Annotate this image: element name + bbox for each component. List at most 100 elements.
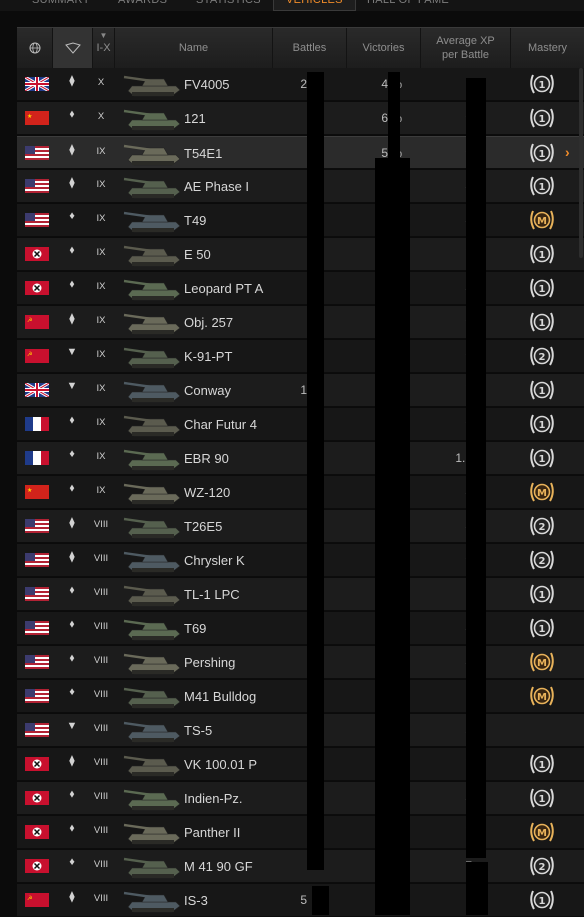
tab-statistics[interactable]: STATISTICS: [196, 0, 261, 10]
vehicle-name: 121: [184, 111, 206, 126]
vehicle-type-icon: ⧫: [69, 755, 75, 767]
vehicle-row[interactable]: ★⬧X1216 %91: [17, 102, 584, 135]
tab-vehicles[interactable]: VEHICLES: [273, 0, 356, 11]
mastery-badge-icon: M: [530, 822, 554, 842]
mastery-badge-icon: 2: [530, 856, 554, 876]
vehicle-row[interactable]: ⬧ IX Leopard PT A 8 1: [17, 272, 584, 305]
svg-text:1: 1: [539, 590, 546, 601]
vehicle-row[interactable]: ♦ IX EBR 90 1.1 1: [17, 442, 584, 475]
vehicle-battles: 5: [300, 893, 307, 907]
svg-text:1: 1: [539, 318, 546, 329]
vehicle-row[interactable]: ▼ VIII TS-5 5: [17, 714, 584, 747]
tab-hall-of-fame[interactable]: HALL OF FAME: [367, 0, 449, 10]
mastery-badge-icon: 2: [530, 550, 554, 570]
mastery-badge-icon: 1: [530, 754, 554, 774]
sort-battles-button[interactable]: Battles: [273, 28, 347, 68]
vehicle-type-icon: ⬧: [69, 278, 75, 290]
sort-avg-xp-button[interactable]: Average XP per Battle: [421, 28, 511, 68]
vehicle-row[interactable]: ⬧ VIII T69 8 1: [17, 612, 584, 645]
globe-icon: [29, 42, 40, 54]
mastery-badge-icon: 2: [530, 346, 554, 366]
vehicle-row[interactable]: ☭ ⧫ VIII IS-3 5 1: [17, 884, 584, 917]
tank-icon: [123, 517, 181, 539]
svg-text:1: 1: [539, 420, 546, 431]
vehicle-row[interactable]: ⧫ VIII Chrysler K 9 2: [17, 544, 584, 577]
vehicle-tier: IX: [96, 281, 106, 292]
vehicle-battles: 2: [300, 77, 307, 91]
usa-flag-icon: [25, 587, 49, 601]
vehicle-tier: IX: [96, 349, 106, 360]
vehicle-type-icon: ▼: [66, 380, 78, 392]
china-flag-icon: ★: [25, 485, 49, 499]
vehicle-name: E 50: [184, 247, 211, 262]
vehicle-row[interactable]: ⧫ IX AE Phase I 8 1: [17, 170, 584, 203]
vehicle-row[interactable]: ⧫ VIII T26E5 8 2: [17, 510, 584, 543]
vehicle-tier: VIII: [93, 825, 109, 836]
tank-icon: [123, 347, 181, 369]
vehicle-avg-xp: 8: [417, 281, 472, 295]
vehicle-row[interactable]: ▼ IX Conway 1 7 1: [17, 374, 584, 407]
mastery-badge-icon: 2: [530, 516, 554, 536]
vehicle-row[interactable]: ⬧ VIII Panther II 7 M: [17, 816, 584, 849]
sort-type-button[interactable]: [53, 28, 93, 68]
vehicle-avg-xp: 9: [417, 349, 472, 363]
svg-text:M: M: [537, 216, 547, 227]
mastery-badge-icon: 1: [530, 278, 554, 298]
sort-tier-button[interactable]: ▼ I-X: [93, 28, 115, 68]
vehicle-row[interactable]: ☭ ⧫ IX Obj. 257 9 1: [17, 306, 584, 339]
vehicle-row[interactable]: ♦ IX T49 8 M: [17, 204, 584, 237]
vehicle-row[interactable]: ⧫XFV400524 %1: [17, 68, 584, 101]
vehicle-row[interactable]: ⬧ IX E 50 7 1: [17, 238, 584, 271]
svg-text:2: 2: [539, 352, 546, 363]
tab-awards[interactable]: AWARDS: [118, 0, 167, 10]
sort-mastery-button[interactable]: Mastery: [511, 28, 584, 68]
germany-flag-icon: [25, 247, 49, 261]
vehicle-row[interactable]: ⬧ VIII Indien-Pz. 8 1: [17, 782, 584, 815]
sort-victories-button[interactable]: Victories: [347, 28, 421, 68]
vehicle-tier: VIII: [93, 519, 109, 530]
scrollbar[interactable]: [579, 68, 583, 258]
vehicle-row[interactable]: ⬧ VIII Pershing 8 M: [17, 646, 584, 679]
table-header: ▼ I-X Name Battles Victories Average XP …: [17, 27, 584, 69]
redaction-block: [312, 886, 329, 915]
svg-text:M: M: [537, 692, 547, 703]
vehicle-tier: IX: [96, 179, 106, 190]
vehicle-row[interactable]: ♦ VIII M 41 90 GF 7 2: [17, 850, 584, 883]
vehicle-row[interactable]: ⧫IXT54E15 %91›: [17, 136, 584, 169]
sort-name-button[interactable]: Name: [115, 28, 273, 68]
mastery-badge-icon: M: [530, 652, 554, 672]
svg-text:☭: ☭: [27, 895, 32, 902]
tank-icon: [123, 823, 181, 845]
germany-flag-icon: [25, 825, 49, 839]
vehicle-type-icon: ⬧: [69, 822, 75, 834]
svg-text:M: M: [537, 828, 547, 839]
mastery-badge-icon: 1: [530, 448, 554, 468]
vehicle-row[interactable]: ☭ ▼ IX K-91-PT 9 2: [17, 340, 584, 373]
tier-label: I-X: [96, 42, 111, 54]
chevron-right-icon[interactable]: ›: [565, 144, 570, 160]
france-flag-icon: [25, 417, 49, 431]
vehicle-name: TS-5: [184, 723, 213, 738]
vehicle-name: Indien-Pz.: [184, 791, 243, 806]
vehicle-name: Chrysler K: [184, 553, 245, 568]
vehicle-row[interactable]: ♦ VIII M41 Bulldog M: [17, 680, 584, 713]
vehicle-tier: IX: [96, 451, 106, 462]
vehicle-tier: VIII: [93, 655, 109, 666]
svg-text:M: M: [537, 488, 547, 499]
vehicle-name: FV4005: [184, 77, 230, 92]
vehicle-row[interactable]: ⬧ IX Char Futur 4 9 1: [17, 408, 584, 441]
vehicle-row[interactable]: ⬧ VIII TL-1 LPC 1: [17, 578, 584, 611]
svg-text:1: 1: [539, 624, 546, 635]
ussr-flag-icon: ☭: [25, 349, 49, 363]
mastery-badge-icon: 1: [530, 414, 554, 434]
tab-summary[interactable]: SUMMARY: [32, 0, 90, 10]
vehicle-tier: VIII: [93, 791, 109, 802]
vehicle-row[interactable]: ⧫ VIII VK 100.01 P 7 1: [17, 748, 584, 781]
redaction-block: [388, 72, 400, 158]
redaction-block: [307, 72, 324, 870]
svg-text:☭: ☭: [27, 317, 32, 324]
vehicle-type-icon: ▼: [66, 346, 78, 358]
sort-nation-button[interactable]: [17, 28, 53, 68]
vehicle-type-icon: ⧫: [69, 517, 75, 529]
vehicle-row[interactable]: ★ ⬧ IX WZ-120 8 M: [17, 476, 584, 509]
